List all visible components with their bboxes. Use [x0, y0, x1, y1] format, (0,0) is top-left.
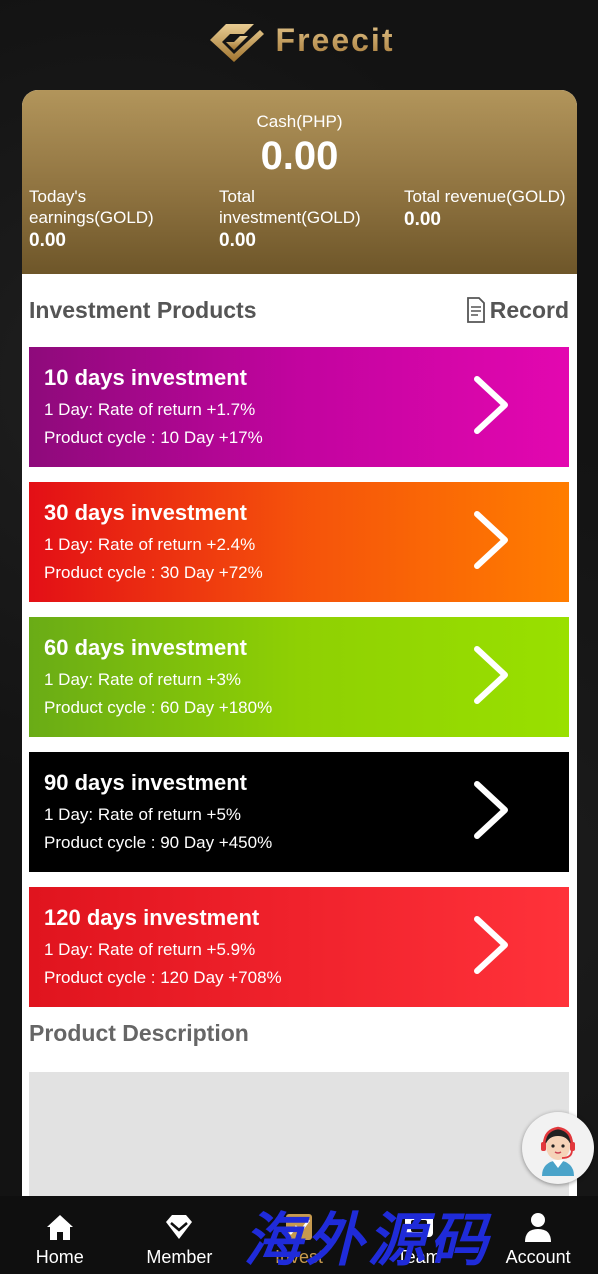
brand-mark-icon	[209, 24, 264, 62]
stat-label: Total investment(GOLD)	[219, 187, 361, 227]
customer-service-agent-icon	[541, 1126, 575, 1176]
product-card-10-days[interactable]: 10 days investment 1 Day: Rate of return…	[29, 347, 569, 467]
cash-value: 0.00	[260, 134, 339, 178]
product-cycle: Product cycle : 90 Day +450%	[44, 833, 273, 852]
product-rate: 1 Day: Rate of return +3%	[44, 670, 242, 689]
product-card-30-days[interactable]: 30 days investment 1 Day: Rate of return…	[29, 482, 569, 602]
app-header: Freecit	[0, 0, 598, 80]
brand-name: Freecit	[275, 21, 395, 58]
chevron-right-icon	[474, 646, 508, 704]
team-icon	[403, 1209, 435, 1245]
record-label: Record	[489, 296, 569, 323]
tab-label: Home	[35, 1247, 84, 1267]
stat-value: 0.00	[219, 230, 256, 251]
stat-label: Total revenue(GOLD)	[404, 187, 566, 206]
product-card-60-days[interactable]: 60 days investment 1 Day: Rate of return…	[29, 617, 569, 737]
record-link[interactable]: Record	[466, 297, 569, 324]
document-icon	[466, 297, 485, 323]
stat-today-earnings: Today's earnings(GOLD) 0.00	[29, 186, 209, 251]
user-icon	[523, 1209, 553, 1245]
product-cycle: Product cycle : 10 Day +17%	[44, 428, 263, 447]
balance-card: Cash(PHP) 0.00 Today's earnings(GOLD) 0.…	[22, 90, 577, 274]
bottom-tab-bar: Home Member Invest Team Account	[0, 1196, 598, 1274]
tab-home[interactable]: Home	[0, 1196, 120, 1274]
chevron-right-icon	[474, 511, 508, 569]
tab-member[interactable]: Member	[120, 1196, 240, 1274]
diamond-icon	[163, 1209, 195, 1245]
tab-label: Member	[146, 1247, 213, 1267]
product-cycle: Product cycle : 60 Day +180%	[44, 698, 273, 717]
product-title: 120 days investment	[44, 905, 260, 930]
tab-label: Account	[505, 1247, 571, 1267]
products-title: Investment Products	[29, 296, 257, 323]
product-card-90-days[interactable]: 90 days investment 1 Day: Rate of return…	[29, 752, 569, 872]
product-rate: 1 Day: Rate of return +5%	[44, 805, 242, 824]
product-rate: 1 Day: Rate of return +5.9%	[44, 940, 256, 959]
customer-service-button[interactable]	[522, 1112, 594, 1184]
product-cycle: Product cycle : 120 Day +708%	[44, 968, 282, 987]
product-cycle: Product cycle : 30 Day +72%	[44, 563, 263, 582]
stat-total-revenue: Total revenue(GOLD) 0.00	[404, 186, 574, 230]
description-content	[29, 1072, 569, 1200]
stat-value: 0.00	[29, 230, 66, 251]
tab-label: Invest	[274, 1247, 323, 1267]
chevron-right-icon	[474, 781, 508, 839]
product-title: 90 days investment	[44, 770, 247, 795]
product-rate: 1 Day: Rate of return +1.7%	[44, 400, 256, 419]
chart-icon	[284, 1209, 314, 1245]
chevron-right-icon	[474, 376, 508, 434]
product-card-120-days[interactable]: 120 days investment 1 Day: Rate of retur…	[29, 887, 569, 1007]
tab-invest[interactable]: Invest	[239, 1196, 359, 1274]
stat-label: Today's earnings(GOLD)	[29, 187, 154, 227]
home-icon	[44, 1209, 76, 1245]
products-header: Investment Products Record	[29, 293, 569, 327]
stat-total-investment: Total investment(GOLD) 0.00	[219, 186, 389, 251]
product-title: 60 days investment	[44, 635, 247, 660]
product-title: 10 days investment	[44, 365, 247, 390]
chevron-right-icon	[474, 916, 508, 974]
tab-label: Team	[396, 1247, 441, 1267]
cash-label: Cash(PHP)	[256, 112, 343, 131]
description-title: Product Description	[29, 1020, 249, 1046]
stat-value: 0.00	[404, 209, 441, 230]
tab-account[interactable]: Account	[478, 1196, 598, 1274]
tab-team[interactable]: Team	[359, 1196, 479, 1274]
brand-logo: Freecit	[204, 16, 395, 64]
product-rate: 1 Day: Rate of return +2.4%	[44, 535, 256, 554]
main-panel: Cash(PHP) 0.00 Today's earnings(GOLD) 0.…	[22, 90, 577, 1200]
product-title: 30 days investment	[44, 500, 247, 525]
